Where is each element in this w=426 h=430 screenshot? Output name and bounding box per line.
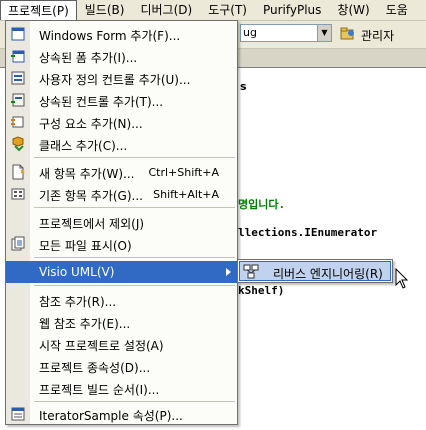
menu-separator xyxy=(34,157,235,158)
solution-config-combo[interactable]: ug ▼ xyxy=(240,24,332,42)
menu-item-shortcut: Shift+Alt+A xyxy=(153,188,219,201)
user-label: 관리자 xyxy=(361,29,395,43)
menu-item-shortcut: Ctrl+Shift+A xyxy=(148,166,219,179)
class-icon xyxy=(10,136,26,152)
menu-item-label: 상속된 컨트롤 추가(T)... xyxy=(39,95,164,109)
new-item-icon xyxy=(10,164,26,180)
menu-item-add-windows-form[interactable]: Windows Form 추가(F)... xyxy=(6,23,237,45)
menu-build[interactable]: 빌드(B) xyxy=(77,0,133,20)
menu-item-label: 리버스 엔지니어링(R) xyxy=(273,267,383,281)
menu-separator xyxy=(34,257,235,258)
menu-separator xyxy=(34,401,235,402)
menu-item-label: 프로젝트에서 제외(J) xyxy=(39,217,145,231)
user-control-icon xyxy=(10,70,26,86)
menu-bar: 프로젝트(P) 빌드(B) 디버그(D) 도구(T) PurifyPlus 창(… xyxy=(0,0,426,21)
properties-icon xyxy=(10,406,26,422)
menu-project[interactable]: 프로젝트(P) xyxy=(0,0,77,20)
code-line: 명입니다. xyxy=(238,198,286,211)
menu-item-label: 모든 파일 표시(O) xyxy=(39,239,132,253)
menu-item-label: 프로젝트 빌드 순서(I)... xyxy=(39,383,160,397)
menu-debug[interactable]: 디버그(D) xyxy=(132,0,200,20)
menu-item-label: 상속된 폼 추가(I)... xyxy=(39,51,138,65)
menu-item-set-startup-project[interactable]: 시작 프로젝트로 설정(A) xyxy=(6,333,237,355)
menu-item-label: 웹 참조 추가(E)... xyxy=(39,317,131,331)
solution-config-value: ug xyxy=(243,26,257,39)
menu-item-label: 프로젝트 종속성(D)... xyxy=(39,361,151,375)
menu-item-label: 기존 항목 추가(G)... xyxy=(39,189,143,203)
show-all-files-icon xyxy=(10,236,26,252)
menu-window[interactable]: 창(W) xyxy=(329,0,377,20)
menu-help[interactable]: 도움 xyxy=(378,0,416,20)
menu-item-add-component[interactable]: 구성 요소 추가(N)... xyxy=(6,111,237,133)
menu-item-label: 시작 프로젝트로 설정(A) xyxy=(39,339,164,353)
menu-item-show-all-files[interactable]: 모든 파일 표시(O) xyxy=(6,233,237,255)
document-tab[interactable]: s xyxy=(240,80,260,98)
menu-item-add-class[interactable]: 클래스 추가(C)... xyxy=(6,133,237,155)
menu-item-label: 참조 추가(R)... xyxy=(39,295,117,309)
chevron-down-icon[interactable]: ▼ xyxy=(317,25,331,41)
menu-item-label: IteratorSample 속성(P)... xyxy=(39,409,183,423)
mouse-cursor-icon xyxy=(395,268,409,290)
visio-uml-submenu: 리버스 엔지니어링(R) xyxy=(237,259,393,283)
menu-item-add-inherited-form[interactable]: 상속된 폼 추가(I)... xyxy=(6,45,237,67)
menu-item-add-new-item[interactable]: 새 항목 추가(W)... Ctrl+Shift+A xyxy=(6,161,237,183)
existing-item-icon xyxy=(10,186,26,202)
menu-item-label: 사용자 정의 컨트롤 추가(U)... xyxy=(39,73,191,87)
menu-item-project-build-order[interactable]: 프로젝트 빌드 순서(I)... xyxy=(6,377,237,399)
reverse-engineer-icon xyxy=(243,263,259,279)
code-line: llections.IEnumerator xyxy=(238,226,378,239)
windows-form-icon xyxy=(10,26,26,42)
inherited-form-icon xyxy=(10,48,26,64)
menu-item-label: Visio UML(V) xyxy=(39,265,115,279)
menu-tools[interactable]: 도구(T) xyxy=(200,0,255,20)
menu-item-add-inherited-control[interactable]: 상속된 컨트롤 추가(T)... xyxy=(6,89,237,111)
menu-item-add-web-reference[interactable]: 웹 참조 추가(E)... xyxy=(6,311,237,333)
menu-item-add-existing-item[interactable]: 기존 항목 추가(G)... Shift+Alt+A xyxy=(6,183,237,205)
code-line: kShelf) xyxy=(238,284,285,297)
project-menu-dropdown: Windows Form 추가(F)... 상속된 폼 추가(I)... 사용자… xyxy=(5,20,238,425)
menu-item-label: 구성 요소 추가(N)... xyxy=(39,117,143,131)
menu-item-add-user-control[interactable]: 사용자 정의 컨트롤 추가(U)... xyxy=(6,67,237,89)
submenu-arrow-icon xyxy=(226,268,231,276)
menu-item-add-reference[interactable]: 참조 추가(R)... xyxy=(6,289,237,311)
inherited-control-icon xyxy=(10,92,26,108)
component-icon xyxy=(10,114,26,130)
menu-item-properties[interactable]: IteratorSample 속성(P)... xyxy=(6,403,237,425)
menu-item-label: Windows Form 추가(F)... xyxy=(39,29,181,43)
menu-item-exclude-from-project[interactable]: 프로젝트에서 제외(J) xyxy=(6,211,237,233)
menu-item-label: 새 항목 추가(W)... xyxy=(39,167,135,181)
menu-item-visio-uml[interactable]: Visio UML(V) xyxy=(6,261,237,283)
menu-purifyplus[interactable]: PurifyPlus xyxy=(255,0,329,20)
menu-separator xyxy=(34,207,235,208)
menu-item-project-dependencies[interactable]: 프로젝트 종속성(D)... xyxy=(6,355,237,377)
menu-separator xyxy=(34,285,235,286)
user-folder-icon[interactable] xyxy=(340,25,356,41)
menu-item-label: 클래스 추가(C)... xyxy=(39,139,128,153)
menu-item-reverse-engineer[interactable]: 리버스 엔지니어링(R) xyxy=(239,261,391,281)
